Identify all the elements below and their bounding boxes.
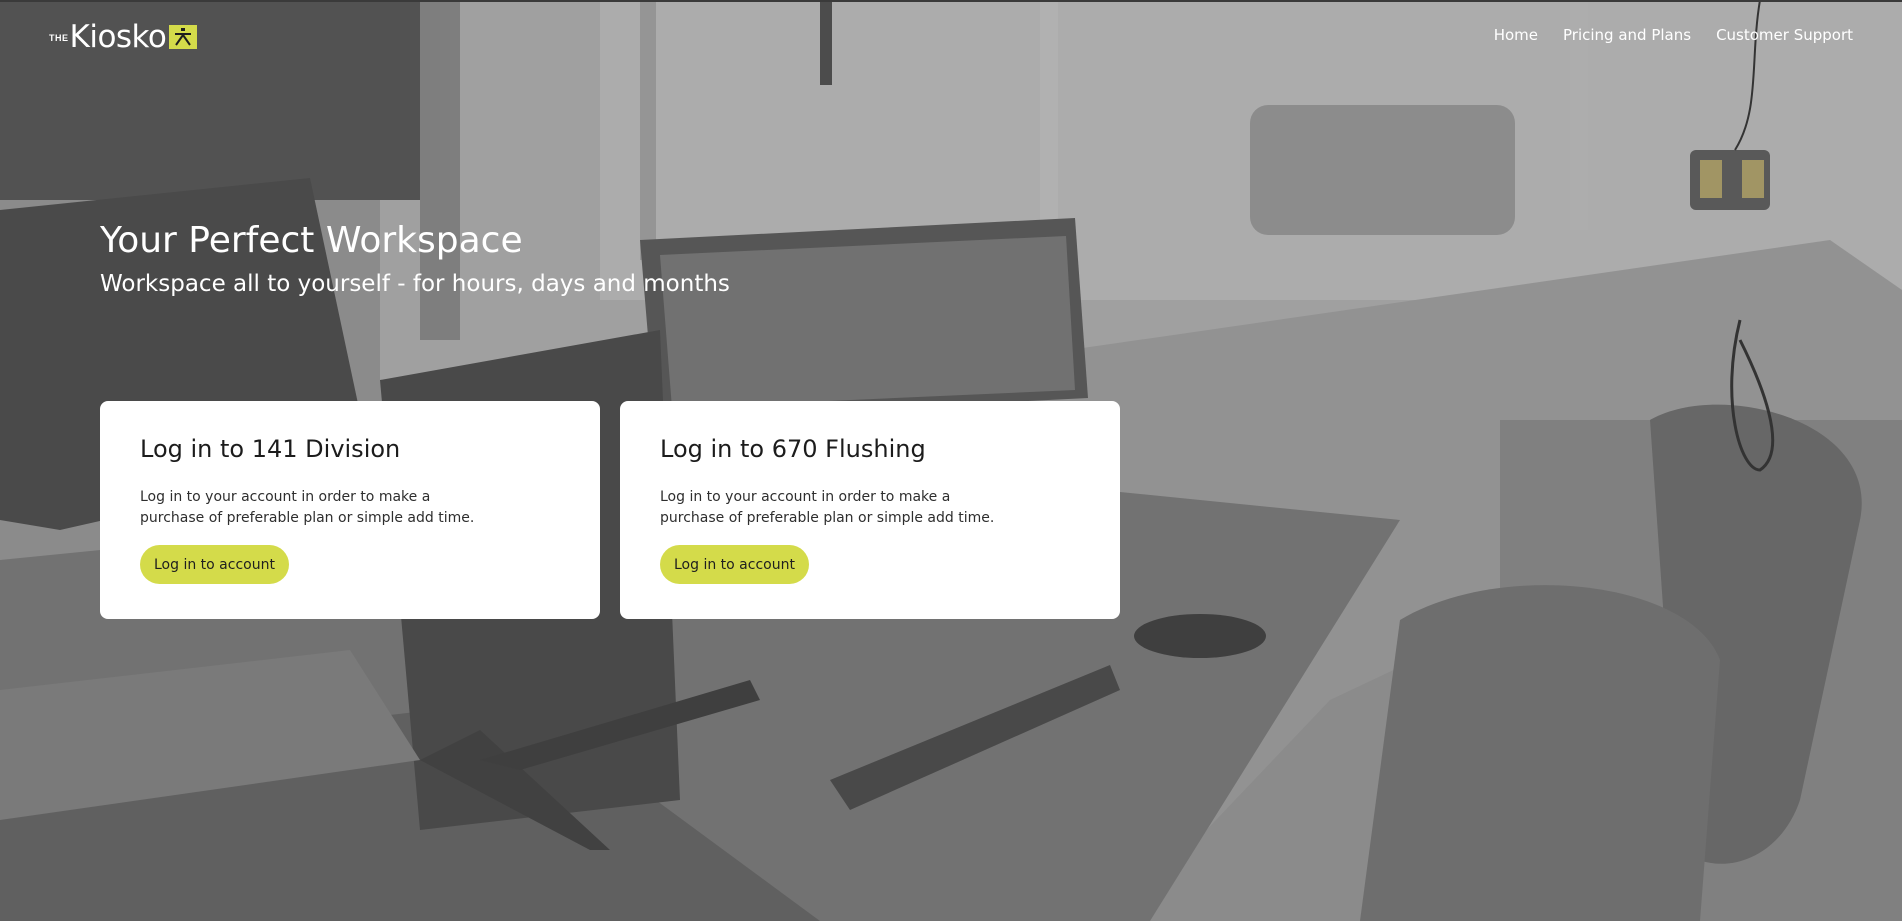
nav-support-link[interactable]: Customer Support	[1716, 26, 1853, 44]
main-nav: Home Pricing and Plans Customer Support	[1494, 26, 1853, 44]
hero-section: Your Perfect Workspace Workspace all to …	[100, 213, 730, 299]
kiosko-logo[interactable]: THE Kiosko	[49, 18, 198, 55]
card-description: Log in to your account in order to make …	[140, 489, 475, 526]
header-top-rule	[0, 0, 1902, 2]
hero-title: Your Perfect Workspace	[100, 220, 523, 261]
nav-home-link[interactable]: Home	[1494, 26, 1538, 44]
login-card-141-division: Log in to 141 Division Log in to your ac…	[100, 401, 600, 619]
card-description: Log in to your account in order to make …	[660, 489, 995, 526]
login-button-141-division[interactable]: Log in to account	[140, 545, 289, 584]
card-title: Log in to 141 Division	[140, 435, 401, 463]
login-button-670-flushing[interactable]: Log in to account	[660, 545, 809, 584]
hero-subtitle: Workspace all to yourself - for hours, d…	[100, 271, 730, 297]
page: THE Kiosko Home Pricing and Plans Custom…	[0, 0, 1902, 921]
login-card-670-flushing: Log in to 670 Flushing Log in to your ac…	[620, 401, 1120, 619]
nav-pricing-link[interactable]: Pricing and Plans	[1563, 26, 1691, 44]
site-header: THE Kiosko Home Pricing and Plans Custom…	[0, 0, 1902, 74]
logo-wordmark: Kiosko	[69, 19, 167, 55]
login-cards: Log in to 141 Division Log in to your ac…	[100, 401, 1120, 619]
card-title: Log in to 670 Flushing	[660, 435, 926, 463]
kiosk-glyph-icon	[169, 25, 198, 49]
logo-the-text: THE	[49, 33, 69, 43]
